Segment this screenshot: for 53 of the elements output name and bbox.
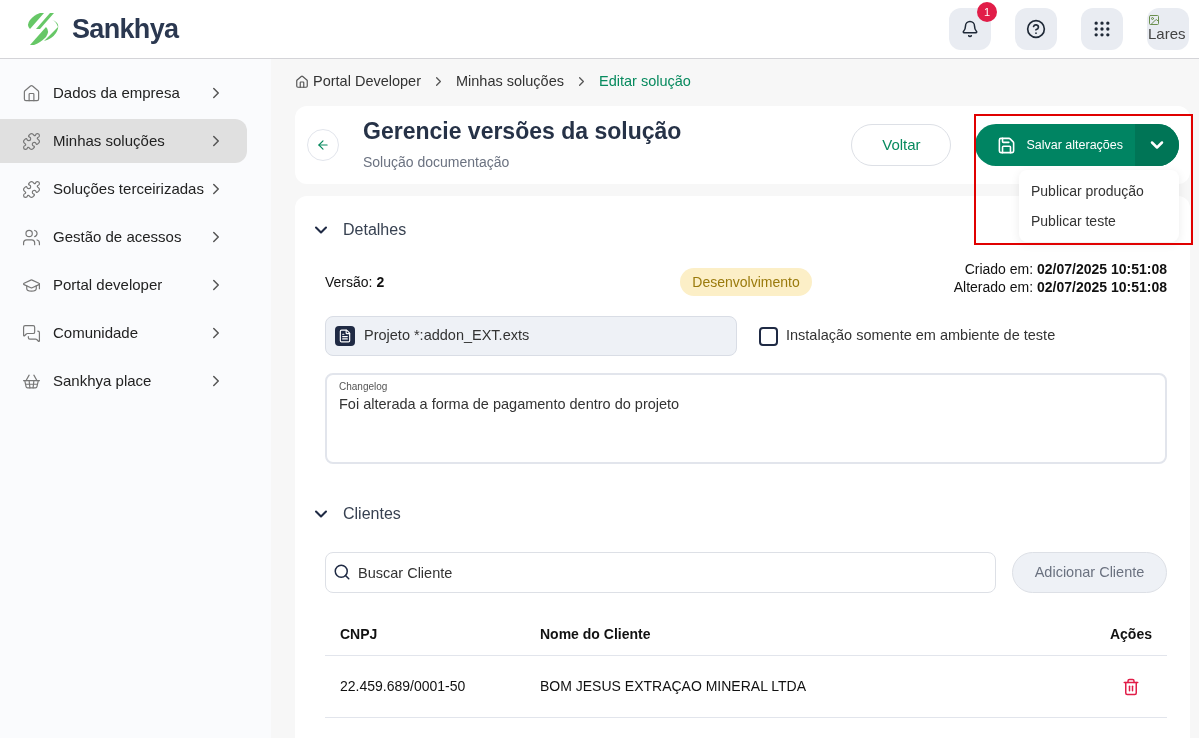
broken-image-icon xyxy=(1148,14,1160,26)
apps-menu-button[interactable] xyxy=(1081,8,1123,50)
sidebar-item[interactable]: Minhas soluções xyxy=(0,119,247,163)
sidebar-item[interactable]: Sankhya place xyxy=(0,359,247,403)
version-text: Versão: 2 xyxy=(325,272,386,292)
search-icon xyxy=(333,563,351,581)
table-cell: 22.459.689/0001-50 xyxy=(325,656,525,718)
bell-icon xyxy=(961,20,979,38)
created-date: Criado em: 02/07/2025 10:51:08 xyxy=(964,260,1167,278)
puzzle-icon xyxy=(22,179,41,199)
status-badge: Desenvolvimento xyxy=(680,268,812,296)
breadcrumb-link[interactable]: Portal Developer xyxy=(313,70,421,93)
save-options-toggle[interactable] xyxy=(1135,124,1179,166)
table-cell: BOM JESUS EXTRAÇAO MINERAL LTDA xyxy=(525,656,1095,718)
help-icon xyxy=(1026,19,1046,39)
document-icon xyxy=(335,326,355,346)
house-icon xyxy=(22,83,41,103)
notification-count: 1 xyxy=(977,2,997,22)
house-icon xyxy=(295,74,309,89)
sidebar-item[interactable]: Dados da empresa xyxy=(0,71,247,115)
sidebar-item[interactable]: Portal developer xyxy=(0,263,247,307)
column-header: CNPJ xyxy=(325,614,525,656)
checkbox-label: Instalação somente em ambiente de teste xyxy=(786,326,1056,346)
menu-item[interactable]: Publicar teste xyxy=(1019,206,1179,236)
checkbox[interactable] xyxy=(759,326,778,346)
trash-icon xyxy=(1122,677,1140,696)
menu-item[interactable]: Publicar produção xyxy=(1019,176,1179,206)
puzzle-icon xyxy=(22,131,41,151)
breadcrumb-link[interactable]: Minhas soluções xyxy=(456,70,564,93)
search-field[interactable]: Buscar Cliente xyxy=(325,552,996,593)
page-title: Gerencie versões da solução xyxy=(363,117,683,146)
section-toggle[interactable]: Detalhes xyxy=(311,218,407,242)
sidebar-item[interactable]: Soluções terceirizadas xyxy=(0,167,247,211)
page-subtitle: Solução documentação xyxy=(363,152,511,172)
section-toggle[interactable]: Clientes xyxy=(311,502,401,526)
brand-name: Sankhya xyxy=(72,12,179,46)
chat-bubbles-icon xyxy=(22,323,41,343)
column-header: Nome do Cliente xyxy=(525,614,1095,656)
breadcrumb-link[interactable]: Editar solução xyxy=(599,70,691,93)
column-header: Ações xyxy=(1094,614,1167,656)
modified-date: Alterado em: 02/07/2025 10:51:08 xyxy=(953,278,1167,296)
sidebar-item[interactable]: Comunidade xyxy=(0,311,247,355)
sidebar-item[interactable]: Gestão de acessos xyxy=(0,215,247,259)
field-value: Foi alterada a forma de pagamento dentro do projeto xyxy=(339,395,681,414)
notifications-button[interactable] xyxy=(949,8,991,50)
users-icon xyxy=(22,227,41,247)
field-label: Changelog xyxy=(339,380,389,394)
avatar-button[interactable]: Lares xyxy=(1147,8,1189,50)
project-file-field[interactable]: Projeto *:addon_EXT.exts xyxy=(325,316,737,356)
grid-dots-icon xyxy=(1092,19,1112,39)
help-button[interactable] xyxy=(1015,8,1057,50)
delete-button[interactable] xyxy=(1122,677,1140,696)
changelog-field[interactable]: Changelog Foi alterada a forma de pagamento dentro do projeto xyxy=(325,373,1167,464)
